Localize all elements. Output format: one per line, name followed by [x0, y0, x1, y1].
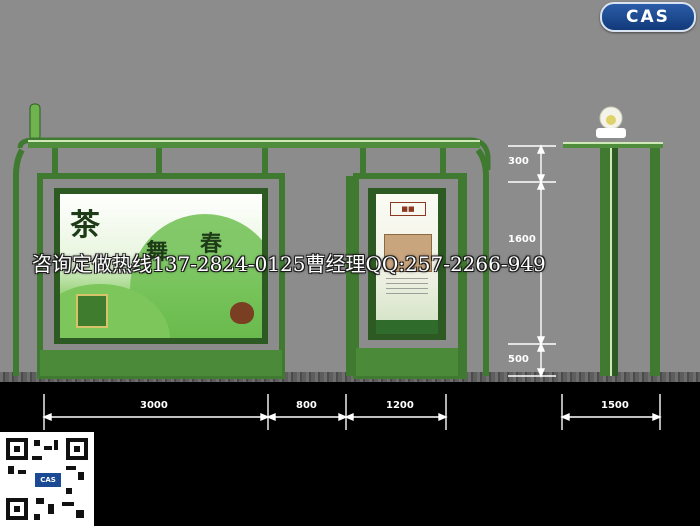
poster-ad-badge: ■■ — [390, 202, 426, 216]
dimension-label-left-panel: 3000 — [140, 400, 168, 411]
poster-tea-box — [76, 294, 108, 328]
roof-end-ornament — [29, 103, 41, 141]
poster-calligraphy: 茶 — [70, 208, 100, 243]
dimension-label-middle: 1600 — [508, 234, 536, 245]
qr-center-logo: CAS — [34, 472, 62, 488]
contact-overlay-text: 咨询定做热线137-2824-0125曹经理QQ:257-2266-949 — [32, 252, 546, 276]
dimension-label-side-view: 1500 — [601, 400, 629, 411]
poster-ad-text-lines — [386, 278, 428, 298]
roof-support — [156, 148, 162, 176]
dimension-label-gap: 800 — [296, 400, 317, 411]
roof-support — [360, 148, 366, 176]
dimension-label-top: 300 — [508, 156, 529, 167]
poster-teapot — [230, 302, 254, 324]
roof-support — [262, 148, 268, 176]
left-post — [13, 148, 25, 376]
roof-support — [440, 148, 446, 176]
qr-code-icon[interactable]: CAS — [0, 432, 94, 526]
roof-support — [52, 148, 58, 176]
poster-ad-footer — [376, 320, 438, 334]
dimension-label-bottom: 500 — [508, 354, 529, 365]
dimension-label-right-panel: 1200 — [386, 400, 414, 411]
width-dimension — [42, 394, 662, 430]
